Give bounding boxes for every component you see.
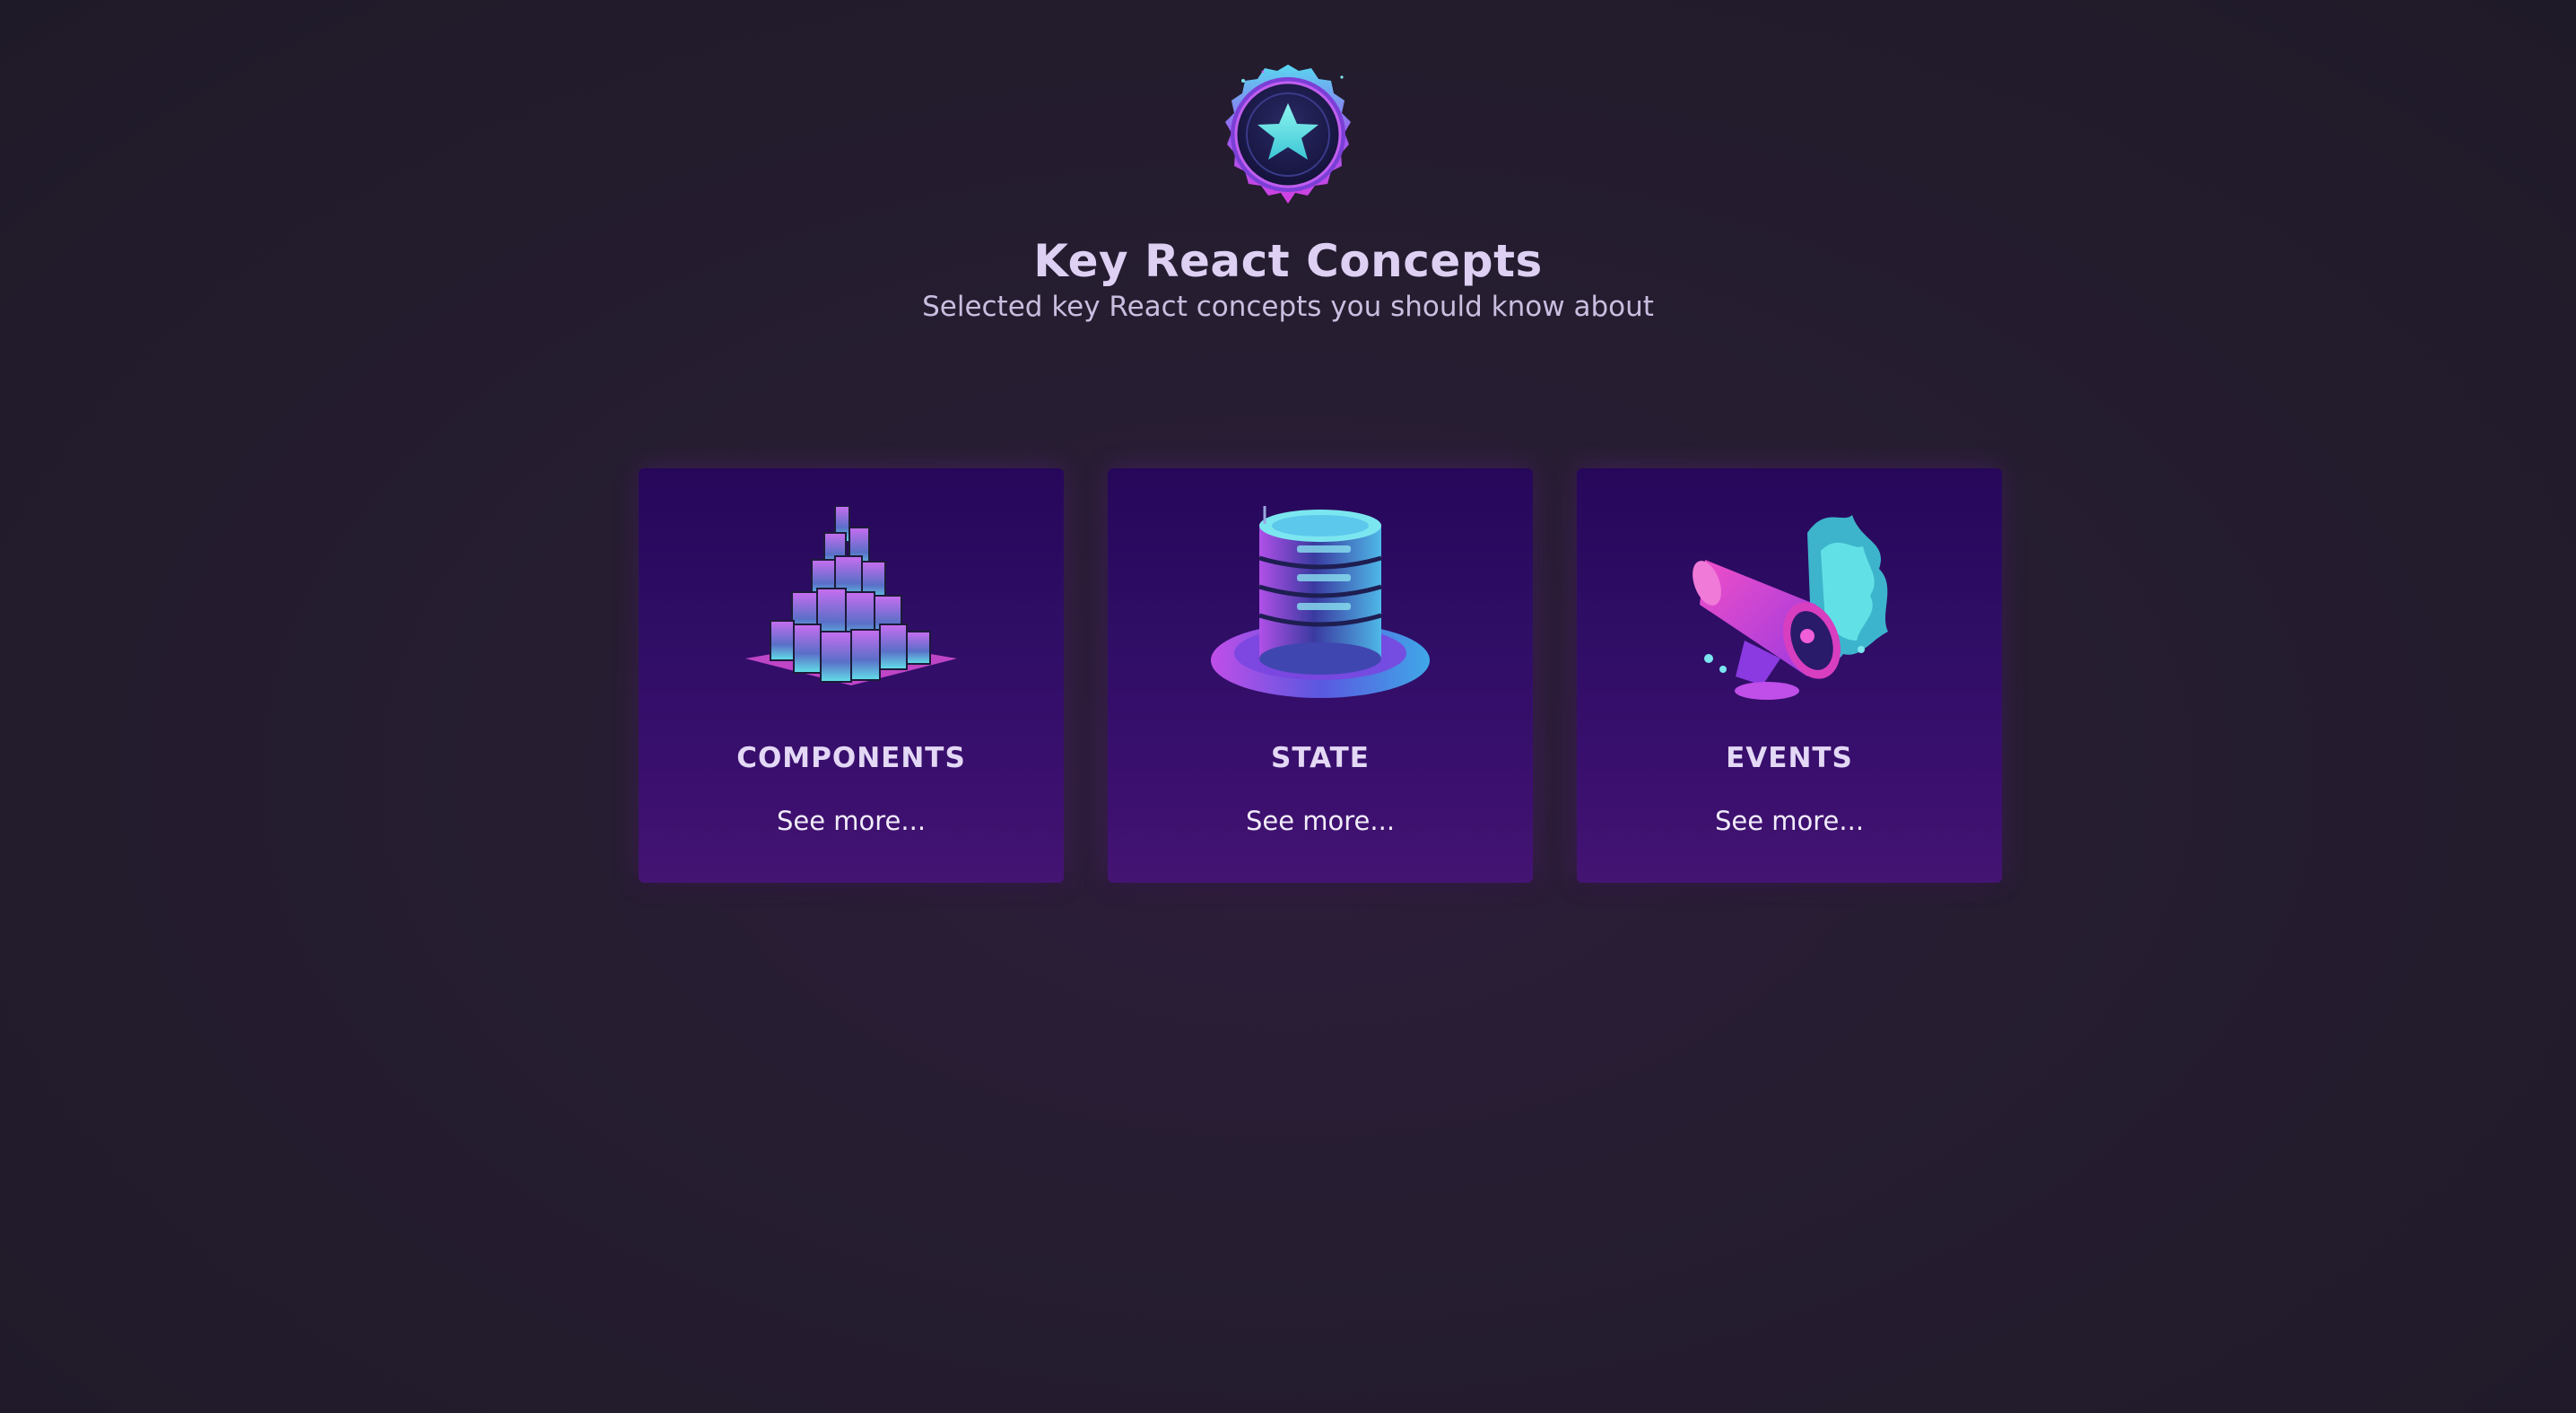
see-more-link[interactable]: See more... (639, 806, 1064, 836)
see-more-link[interactable]: See more... (1108, 806, 1533, 836)
card-title: COMPONENTS (736, 742, 966, 774)
concept-card-events[interactable]: EVENTS See more... (1577, 468, 2002, 883)
star-badge-icon (1225, 65, 1351, 204)
card-title: EVENTS (1726, 742, 1853, 774)
page-title: Key React Concepts (1033, 235, 1543, 287)
blocks-icon (745, 506, 957, 685)
card-title: STATE (1271, 742, 1370, 774)
megaphone-icon (1693, 515, 1888, 700)
concept-card-components[interactable]: COMPONENTS See more... (639, 468, 1064, 883)
database-icon (1211, 506, 1430, 698)
see-more-link[interactable]: See more... (1577, 806, 2002, 836)
concept-card-state[interactable]: STATE See more... (1108, 468, 1533, 883)
page-subtitle: Selected key React concepts you should k… (922, 291, 1654, 323)
concept-cards: COMPONENTS See more... STATE See more...… (639, 468, 2002, 883)
